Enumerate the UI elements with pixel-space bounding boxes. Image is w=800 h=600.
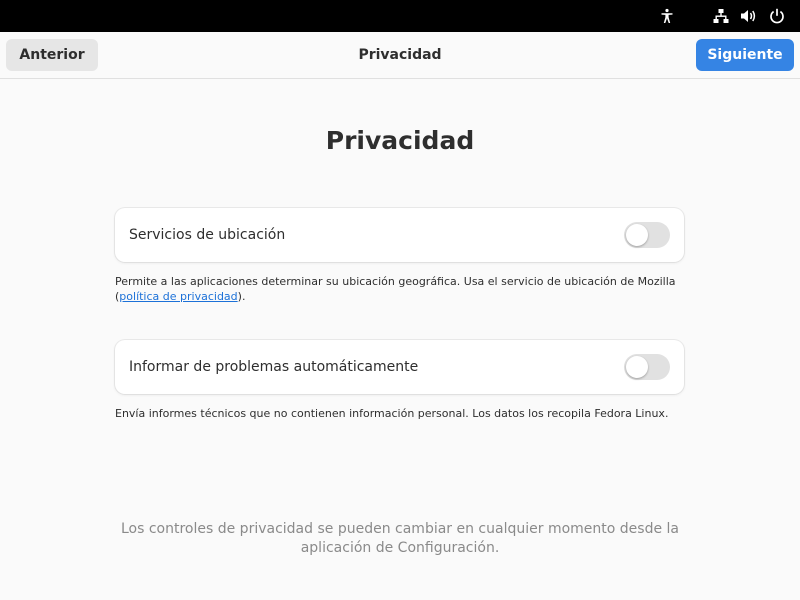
- accessibility-icon[interactable]: [658, 7, 676, 25]
- header-title: Privacidad: [358, 47, 442, 63]
- previous-button[interactable]: Anterior: [6, 39, 98, 71]
- system-status-area[interactable]: [658, 0, 786, 32]
- switch-knob: [626, 356, 648, 378]
- system-top-bar: [0, 0, 800, 32]
- footer-note-line-2: aplicación de Configuración.: [300, 540, 500, 556]
- problem-reporting-description: Envía informes técnicos que no contienen…: [115, 407, 669, 420]
- problem-reporting-label: Informar de problemas automáticamente: [129, 359, 419, 375]
- location-services-description: Permite a las aplicaciones determinar su…: [115, 274, 685, 304]
- privacy-policy-link[interactable]: política de privacidad: [119, 290, 237, 303]
- next-button[interactable]: Siguiente: [696, 39, 794, 71]
- location-services-switch[interactable]: [624, 222, 670, 248]
- switch-knob: [626, 224, 648, 246]
- power-icon[interactable]: [768, 7, 786, 25]
- header-bar: Anterior Privacidad Siguiente: [0, 32, 800, 79]
- location-services-label: Servicios de ubicación: [129, 227, 286, 243]
- location-description-end: ).: [237, 290, 246, 303]
- problem-reporting-row[interactable]: Informar de problemas automáticamente: [115, 340, 684, 394]
- footer-note-line-1: Los controles de privacidad se pueden ca…: [120, 521, 679, 537]
- problem-reporting-switch[interactable]: [624, 354, 670, 380]
- privacy-footer-note: Los controles de privacidad se pueden ca…: [0, 520, 800, 558]
- location-services-row[interactable]: Servicios de ubicación: [115, 208, 684, 262]
- network-wired-icon[interactable]: [712, 7, 730, 25]
- page-title: Privacidad: [325, 126, 475, 155]
- volume-icon[interactable]: [740, 7, 758, 25]
